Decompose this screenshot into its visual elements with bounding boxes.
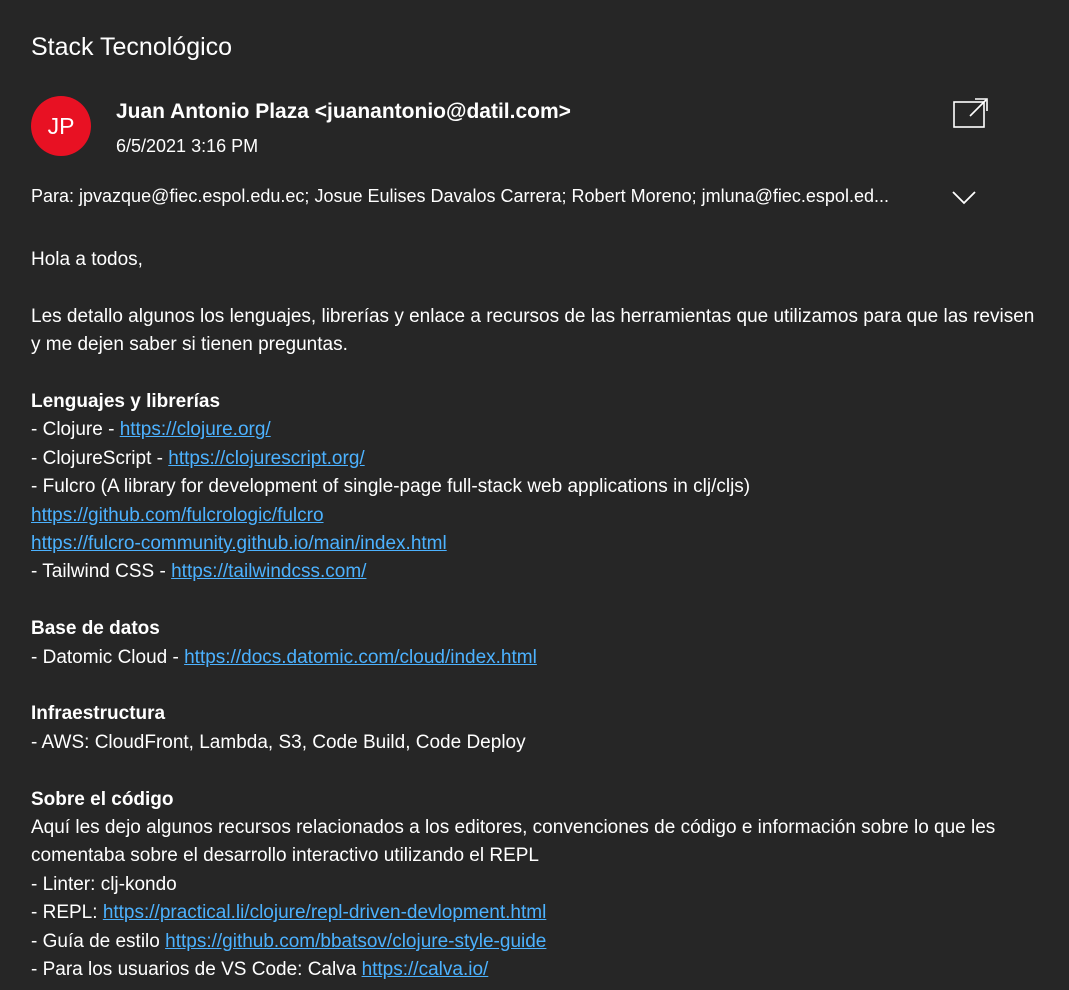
list-item-repl: - REPL: https://practical.li/clojure/rep… (31, 902, 547, 924)
list-item-fulcro: - Fulcro (A library for development of s… (31, 476, 751, 498)
list-item-style-guide: - Guía de estilo https://github.com/bbat… (31, 930, 547, 952)
link-clojurescript[interactable]: https://clojurescript.org/ (168, 448, 364, 469)
open-in-new-window-icon[interactable] (950, 96, 990, 132)
link-clojure[interactable]: https://clojure.org/ (120, 419, 271, 440)
list-item-clojure: - Clojure - https://clojure.org/ (31, 419, 271, 441)
link-style-guide[interactable]: https://github.com/bbatsov/clojure-style… (165, 931, 546, 952)
link-calva[interactable]: https://calva.io/ (362, 959, 489, 980)
list-item-vscode: - Para los usuarios de VS Code: Calva ht… (31, 959, 489, 981)
chevron-down-icon[interactable] (950, 186, 978, 208)
message-body: Hola a todos, Les detallo algunos los le… (31, 246, 1041, 984)
link-fulcro-github[interactable]: https://github.com/fulcrologic/fulcro (31, 505, 324, 526)
list-item-fulcro-link2: https://fulcro-community.github.io/main/… (31, 530, 1041, 558)
list-item-clojurescript: - ClojureScript - https://clojurescript.… (31, 447, 365, 469)
greeting: Hola a todos, (31, 249, 143, 270)
section-heading-infra: Infraestructura (31, 703, 166, 725)
recipients-line[interactable]: Para: jpvazque@fiec.espol.edu.ec; Josue … (31, 183, 931, 209)
link-fulcro-community[interactable]: https://fulcro-community.github.io/main/… (31, 533, 447, 554)
code-description: Aquí les dejo algunos recursos relaciona… (31, 817, 996, 867)
sent-date: 6/5/2021 3:16 PM (116, 136, 259, 156)
email-subject: Stack Tecnológico (31, 33, 233, 61)
link-tailwind[interactable]: https://tailwindcss.com/ (171, 561, 366, 582)
list-item-linter: - Linter: clj-kondo (31, 873, 177, 895)
section-heading-code: Sobre el código (31, 788, 174, 810)
list-item-datomic: - Datomic Cloud - https://docs.datomic.c… (31, 646, 537, 668)
link-repl[interactable]: https://practical.li/clojure/repl-driven… (103, 902, 547, 923)
link-datomic[interactable]: https://docs.datomic.com/cloud/index.htm… (184, 647, 537, 668)
avatar[interactable]: JP (31, 96, 91, 156)
section-heading-database: Base de datos (31, 618, 160, 640)
list-item-fulcro-link1: https://github.com/fulcrologic/fulcro (31, 502, 1041, 530)
list-item-tailwind: - Tailwind CSS - https://tailwindcss.com… (31, 561, 367, 583)
intro-paragraph: Les detallo algunos los lenguajes, libre… (31, 305, 1035, 356)
section-heading-languages: Lenguajes y librerías (31, 391, 221, 412)
list-item-aws: - AWS: CloudFront, Lambda, S3, Code Buil… (31, 731, 526, 753)
sender-name[interactable]: Juan Antonio Plaza <juanantonio@datil.co… (116, 97, 571, 127)
